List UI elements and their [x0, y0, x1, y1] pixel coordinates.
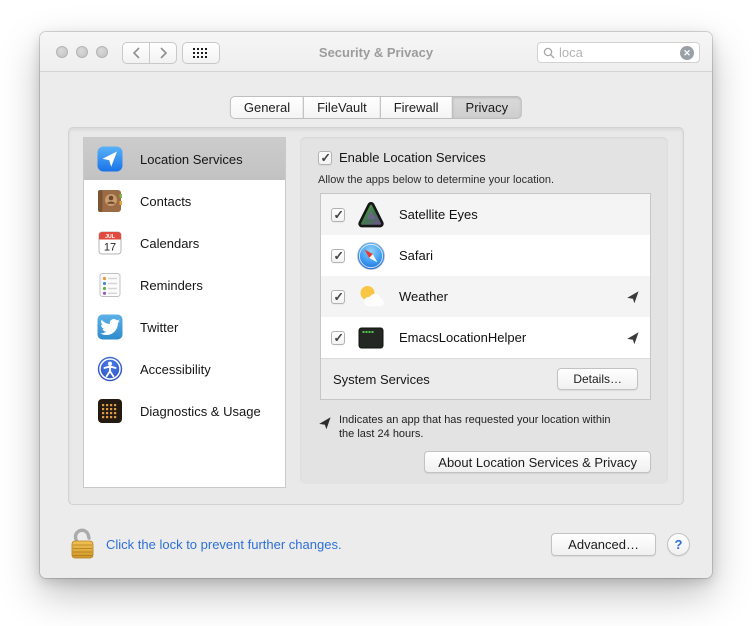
app-row-safari[interactable]: Safari	[321, 235, 650, 276]
recent-location-footnote: Indicates an app that has requested your…	[318, 413, 611, 441]
enable-location-row: Enable Location Services	[318, 150, 486, 165]
sidebar-item-location-services[interactable]: Location Services	[84, 138, 285, 180]
enable-location-label: Enable Location Services	[339, 150, 486, 165]
search-field[interactable]: loca ✕	[537, 42, 700, 63]
app-name: Safari	[399, 248, 433, 263]
details-button[interactable]: Details…	[557, 368, 638, 390]
enable-location-checkbox[interactable]	[318, 151, 332, 165]
location-services-panel: Enable Location Services Allow the apps …	[300, 137, 668, 484]
twitter-icon	[97, 314, 123, 340]
weather-icon	[356, 282, 386, 312]
app-row-weather[interactable]: Weather	[321, 276, 650, 317]
svg-text:17: 17	[104, 242, 116, 254]
sidebar-item-label: Contacts	[140, 194, 191, 209]
advanced-button[interactable]: Advanced…	[551, 533, 656, 556]
tab-privacy[interactable]: Privacy	[452, 96, 523, 119]
sidebar-item-label: Diagnostics & Usage	[140, 404, 261, 419]
app-name: EmacsLocationHelper	[399, 330, 526, 345]
sidebar-item-reminders[interactable]: Reminders	[84, 264, 285, 306]
lock-hint-text: Click the lock to prevent further change…	[106, 537, 342, 552]
app-row-emacslocationhelper[interactable]: EmacsLocationHelper	[321, 317, 650, 358]
calendars-icon: JUL 17	[97, 230, 123, 256]
sidebar-item-accessibility[interactable]: Accessibility	[84, 348, 285, 390]
reminders-icon	[97, 272, 123, 298]
search-icon	[543, 47, 555, 59]
sidebar-item-label: Location Services	[140, 152, 243, 167]
app-checkbox[interactable]	[331, 249, 345, 263]
tab-general[interactable]: General	[230, 96, 304, 119]
app-name: Weather	[399, 289, 448, 304]
app-checkbox[interactable]	[331, 290, 345, 304]
app-checkbox[interactable]	[331, 208, 345, 222]
svg-text:JUL: JUL	[105, 234, 116, 240]
app-name: Satellite Eyes	[399, 207, 478, 222]
sidebar-item-label: Reminders	[140, 278, 203, 293]
tab-firewall[interactable]: Firewall	[380, 96, 453, 119]
footnote-line-1: Indicates an app that has requested your…	[339, 413, 611, 427]
recent-location-arrow-icon	[626, 331, 640, 345]
diagnostics-icon	[97, 398, 123, 424]
unlocked-lock-icon[interactable]	[66, 522, 98, 562]
app-row-satellite-eyes[interactable]: Satellite Eyes	[321, 194, 650, 235]
sidebar-item-diagnostics[interactable]: Diagnostics & Usage	[84, 390, 285, 432]
system-services-row: System Services Details…	[321, 358, 650, 399]
search-input-value[interactable]: loca	[559, 45, 680, 60]
privacy-sidebar: Location Services Contacts	[83, 137, 286, 488]
accessibility-icon	[97, 356, 123, 382]
footnote-line-2: the last 24 hours.	[339, 427, 611, 441]
sidebar-item-label: Accessibility	[140, 362, 211, 377]
app-list: Satellite Eyes Safari	[320, 193, 651, 400]
clear-search-button[interactable]: ✕	[680, 46, 694, 60]
sidebar-item-contacts[interactable]: Contacts	[84, 180, 285, 222]
panel-subtitle: Allow the apps below to determine your l…	[318, 174, 554, 186]
satellite-eyes-icon	[356, 200, 386, 230]
sidebar-item-label: Calendars	[140, 236, 199, 251]
security-privacy-window: Security & Privacy loca ✕ General FileVa…	[40, 32, 712, 578]
sidebar-item-twitter[interactable]: Twitter	[84, 306, 285, 348]
footnote-text: Indicates an app that has requested your…	[339, 413, 611, 441]
about-location-services-button[interactable]: About Location Services & Privacy	[424, 451, 651, 473]
tab-bar: General FileVault Firewall Privacy	[230, 96, 522, 119]
help-button[interactable]: ?	[667, 533, 690, 556]
sidebar-item-calendars[interactable]: JUL 17 Calendars	[84, 222, 285, 264]
safari-icon	[356, 241, 386, 271]
location-services-icon	[97, 146, 123, 172]
tab-filevault[interactable]: FileVault	[303, 96, 381, 119]
app-checkbox[interactable]	[331, 331, 345, 345]
emacslocationhelper-icon	[356, 323, 386, 353]
system-services-label: System Services	[333, 372, 430, 387]
titlebar: Security & Privacy loca ✕	[40, 32, 712, 72]
contacts-icon	[97, 188, 123, 214]
recent-location-arrow-icon	[318, 416, 332, 430]
sidebar-item-label: Twitter	[140, 320, 178, 335]
recent-location-arrow-icon	[626, 290, 640, 304]
